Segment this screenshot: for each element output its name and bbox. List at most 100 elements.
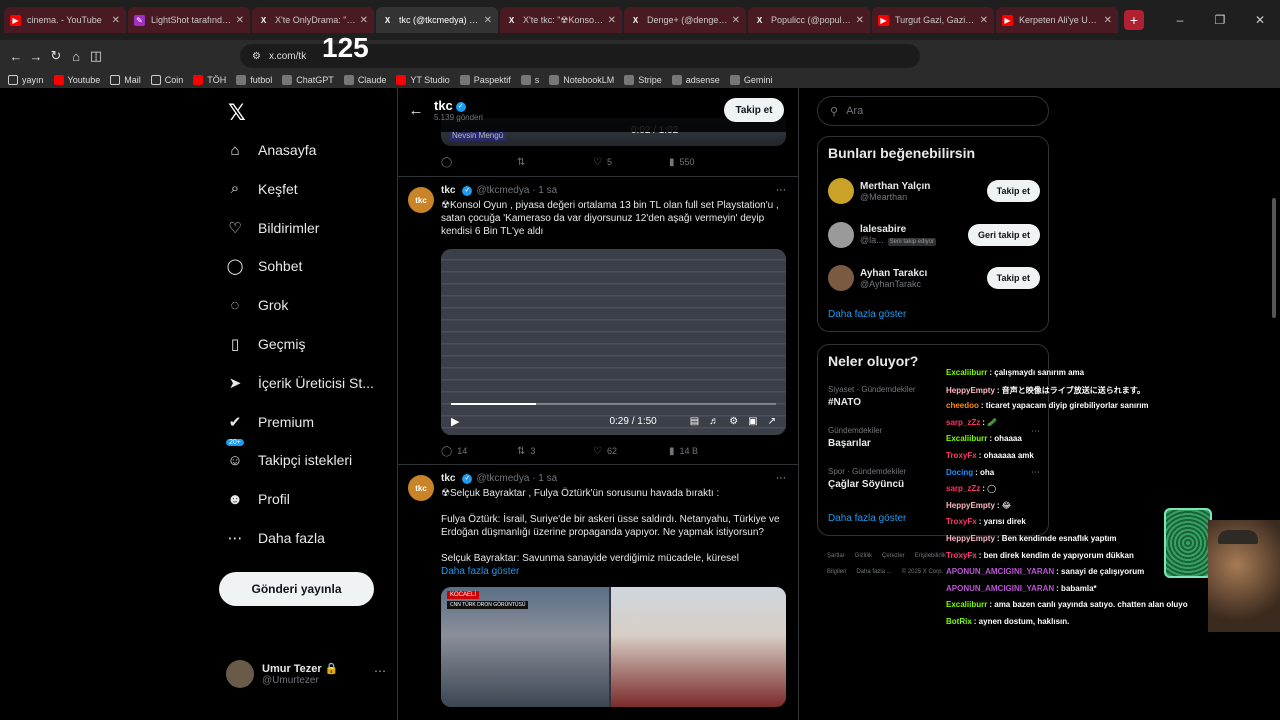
bookmark-item[interactable]: Stripe (624, 75, 662, 85)
close-tab-icon[interactable]: ✕ (608, 15, 616, 26)
close-tab-icon[interactable]: ✕ (980, 15, 988, 26)
search-input[interactable]: ⚲ Ara (817, 96, 1049, 126)
show-more-link[interactable]: Daha fazla göster (828, 513, 906, 524)
author-handle[interactable]: @tkcmedya (476, 473, 529, 484)
reply-button[interactable]: ◯ 14 (441, 446, 517, 457)
more-options-icon[interactable]: ⋯ (374, 664, 386, 678)
bookmark-item[interactable]: yayın (8, 75, 44, 85)
home-browser-icon[interactable]: ⌂ (66, 46, 86, 66)
nav-item-anasayfa[interactable]: ⌂ Anasayfa (226, 135, 316, 165)
more-options-icon[interactable]: ⋯ (1031, 467, 1040, 478)
nav-item-daha-fazla[interactable]: ⋯ Daha fazla (226, 523, 325, 553)
account-switcher[interactable]: Umur Tezer 🔒 @Umurtezer ⋯ (226, 654, 386, 694)
close-window-icon[interactable]: ✕ (1240, 13, 1280, 27)
close-tab-icon[interactable]: ✕ (236, 15, 244, 26)
settings-icon[interactable]: ⚙ (729, 416, 738, 427)
avatar[interactable]: tkc (408, 187, 434, 213)
bookmark-item[interactable]: TÖH (193, 75, 226, 85)
bookmark-item[interactable]: Coin (150, 75, 183, 85)
avatar[interactable] (828, 178, 854, 204)
close-tab-icon[interactable]: ✕ (856, 15, 864, 26)
footer-link[interactable]: Daha fazla ... (856, 569, 891, 575)
post-button[interactable]: Gönderi yayınla (219, 572, 374, 606)
nav-item-takipçi-istekleri[interactable]: 20+ ☺ Takipçi istekleri (226, 439, 352, 475)
play-icon[interactable]: ▶ (451, 415, 459, 428)
avatar[interactable] (828, 221, 854, 248)
tab[interactable]: X Populicc (@populicc) / X ✕ (748, 7, 870, 33)
more-options-icon[interactable]: ⋯ (1031, 426, 1040, 437)
suggested-account[interactable]: lalesabire @la... Seni takip ediyor Geri ta… (828, 218, 1040, 252)
repost-button[interactable]: ⇅ 3 (517, 446, 593, 457)
nav-item-grok[interactable]: ◌ Grok (226, 290, 289, 320)
tab[interactable]: X Denge+ (@dengeplus) / X ✕ (624, 7, 746, 33)
tweet-time[interactable]: · 1 sa (532, 185, 557, 196)
trend-item[interactable]: Spor · Gündemdekiler Çağlar Söyüncü ⋯ (828, 467, 1040, 490)
bookmark-item[interactable]: futbol (236, 75, 272, 85)
bookmark-item[interactable]: Youtube (53, 75, 100, 85)
views-button[interactable]: ▮ 14 B (669, 446, 745, 457)
nav-item-i-çerik-üreticisi-st-[interactable]: ➤ İçerik Üreticisi St... (226, 368, 374, 398)
new-tab-button[interactable]: + (1124, 10, 1144, 30)
like-button[interactable]: ♡ 62 (593, 446, 669, 457)
tab[interactable]: Xtkc (@tkcmedya) / X ✕ (376, 7, 498, 33)
bookmark-item[interactable]: NotebookLM (549, 75, 614, 85)
scrollbar[interactable] (1272, 198, 1276, 318)
footer-link[interactable]: Gizlilik (855, 553, 872, 559)
x-logo-icon[interactable]: 𝕏 (228, 100, 246, 126)
tab[interactable]: X X'te OnlyDrama: "Konsol ✕ (252, 7, 374, 33)
tweet[interactable]: tkc tkc ✓ @tkcmedya · 1 sa ⋯ ☢Konsol Oyu… (398, 176, 798, 466)
tweet-time[interactable]: · 1 sa (532, 473, 557, 484)
suggested-account[interactable]: Merthan Yalçın @Mearthan Takip et (828, 174, 1040, 208)
tab[interactable]: ▶ Kerpeten Ali'ye Unutama ✕ (996, 7, 1118, 33)
forward-arrow-icon[interactable]: → (26, 46, 46, 66)
bookmark-item[interactable]: YT Studio (396, 75, 450, 85)
nav-item-premium[interactable]: ✔ Premium (226, 407, 314, 437)
footer-link[interactable]: Çerezler (882, 553, 905, 559)
show-more-link[interactable]: Daha fazla göster (441, 565, 786, 578)
site-info-icon[interactable]: ⚙ (252, 51, 261, 62)
bookmark-item[interactable]: adsense (671, 75, 720, 85)
reply-button[interactable]: ◯ (441, 157, 517, 168)
more-options-icon[interactable]: ⋯ (776, 185, 786, 196)
follow-button[interactable]: Takip et (724, 98, 784, 122)
close-tab-icon[interactable]: ✕ (112, 15, 120, 26)
sidebar-toggle-icon[interactable]: ◫ (86, 46, 106, 66)
follow-button[interactable]: Geri takip et (967, 223, 1040, 246)
close-tab-icon[interactable]: ✕ (484, 15, 492, 26)
bookmark-item[interactable]: ChatGPT (282, 75, 334, 85)
restore-icon[interactable]: ❐ (1200, 13, 1240, 27)
nav-item-keşfet[interactable]: ⌕ Keşfet (226, 174, 298, 204)
nav-item-sohbet[interactable]: ◯ Sohbet (226, 251, 303, 281)
avatar[interactable]: tkc (408, 475, 434, 501)
reload-icon[interactable]: ↻ (46, 46, 66, 66)
back-arrow-icon[interactable]: ← (6, 46, 26, 66)
tweet-media[interactable]: KOCAELİ CNN TÜRK DRON GÖRÜNTÜSÜ (441, 587, 786, 707)
avatar[interactable] (828, 265, 854, 291)
author-name[interactable]: tkc (441, 185, 455, 196)
follow-button[interactable]: Takip et (986, 267, 1040, 289)
footer-link[interactable]: © 2025 X Corp. (902, 569, 943, 575)
fullscreen-icon[interactable]: ↗ (768, 416, 776, 427)
tab[interactable]: ▶ cinema. - YouTube ✕ (4, 7, 126, 33)
tab[interactable]: ✎ LightShot tarafından Ekra ✕ (128, 7, 250, 33)
nav-item-profil[interactable]: ☻ Profil (226, 484, 290, 514)
account-name[interactable]: lalesabire (860, 224, 936, 235)
follow-button[interactable]: Takip et (986, 180, 1040, 202)
video-player[interactable]: ▶ 0:29 / 1:50 ▤ ♬ ⚙ ▣ ↗ (441, 249, 786, 435)
nav-item-bildirimler[interactable]: ♡ Bildirimler (226, 213, 319, 243)
footer-link[interactable]: Şartlar (827, 553, 845, 559)
video-progress[interactable] (451, 403, 776, 405)
captions-icon[interactable]: ▤ (690, 416, 699, 427)
author-name[interactable]: tkc (441, 473, 455, 484)
more-options-icon[interactable]: ⋯ (776, 473, 786, 484)
footer-link[interactable]: Erişilebilirlik (915, 553, 946, 559)
volume-icon[interactable]: ♬ (709, 416, 719, 427)
author-handle[interactable]: @tkcmedya (476, 185, 529, 196)
suggested-account[interactable]: Ayhan Tarakcı @AyhanTarakc Takip et (828, 261, 1040, 295)
views-button[interactable]: ▮ 550 (669, 157, 745, 168)
repost-button[interactable]: ⇅ (517, 157, 593, 168)
back-icon[interactable]: ← (398, 102, 434, 119)
tab[interactable]: ▶ Turgut Gazi, Gazi alpe ba ✕ (872, 7, 994, 33)
pip-icon[interactable]: ▣ (748, 416, 757, 427)
bookmark-item[interactable]: s (520, 75, 539, 85)
